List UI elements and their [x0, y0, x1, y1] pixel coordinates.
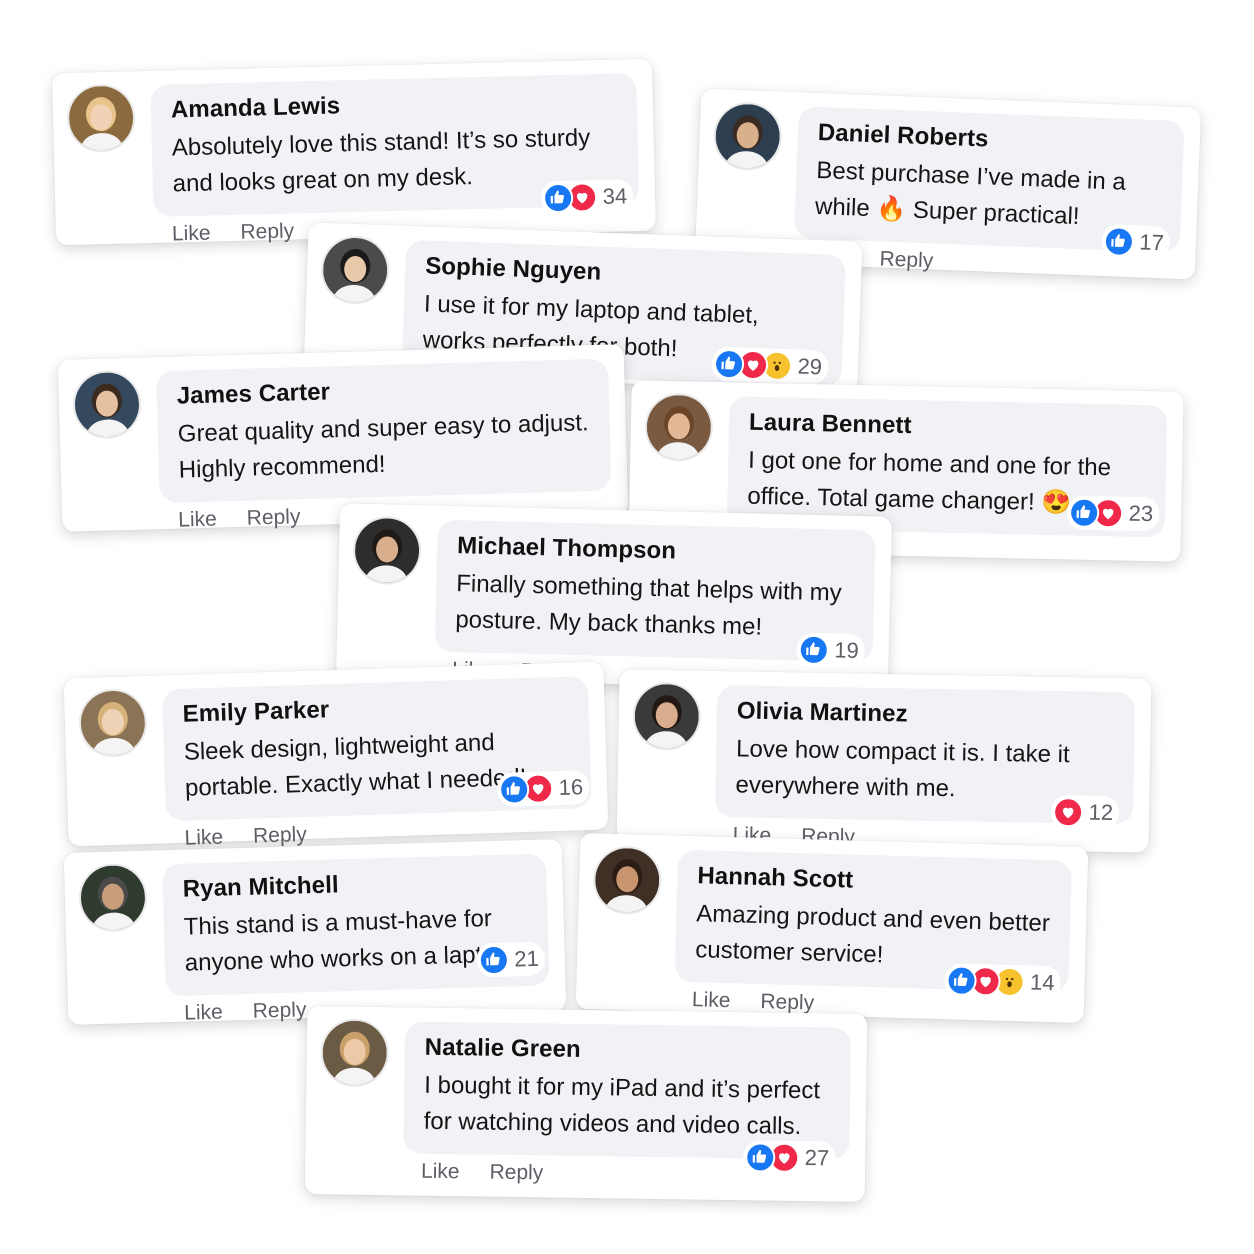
- woman-brown-hair-avatar[interactable]: [646, 394, 712, 460]
- man-cap-avatar[interactable]: [80, 864, 146, 931]
- like-button[interactable]: Like: [184, 1001, 223, 1026]
- commenter-name[interactable]: Olivia Martinez: [737, 697, 1115, 732]
- commenter-name[interactable]: Hannah Scott: [697, 862, 1052, 900]
- reply-button[interactable]: Reply: [246, 505, 300, 530]
- commenter-name[interactable]: Amanda Lewis: [171, 86, 618, 125]
- comment-text: Great quality and super easy to adjust. …: [177, 409, 589, 484]
- reply-button[interactable]: Reply: [253, 823, 307, 849]
- reaction-count: 29: [797, 353, 823, 380]
- like-icon: [1068, 497, 1099, 529]
- reaction-count: 17: [1138, 229, 1165, 256]
- like-icon: [1102, 226, 1134, 258]
- man-glasses-avatar[interactable]: [354, 517, 420, 584]
- comment-bubble: James Carter Great quality and super eas…: [156, 358, 612, 504]
- man-smiling-avatar[interactable]: [74, 371, 140, 438]
- reaction-count: 23: [1128, 500, 1154, 527]
- commenter-name[interactable]: Michael Thompson: [457, 532, 856, 570]
- woman-hat-avatar[interactable]: [594, 847, 661, 914]
- reaction-summary[interactable]: 17: [1100, 223, 1171, 261]
- woman-dark-avatar[interactable]: [634, 683, 700, 749]
- reply-button[interactable]: Reply: [489, 1161, 543, 1186]
- reaction-count: 12: [1088, 799, 1114, 826]
- commenter-name[interactable]: James Carter: [176, 371, 589, 410]
- reaction-summary[interactable]: 16: [496, 770, 590, 807]
- like-icon: [945, 965, 977, 997]
- reaction-count: 19: [833, 637, 860, 663]
- woman-blonde-long-avatar[interactable]: [79, 690, 146, 756]
- like-icon: [542, 182, 574, 214]
- comment-bubble: Natalie Green I bought it for my iPad an…: [403, 1021, 852, 1160]
- comment-text: I bought it for my iPad and it’s perfect…: [423, 1071, 821, 1141]
- reaction-summary[interactable]: 14: [943, 963, 1062, 1001]
- like-button[interactable]: Like: [184, 826, 223, 851]
- reaction-count: 16: [558, 774, 584, 801]
- reply-button[interactable]: Reply: [240, 219, 294, 244]
- like-icon: [797, 634, 829, 666]
- comment-card: Natalie Green I bought it for my iPad an…: [304, 1006, 868, 1202]
- reaction-count: 27: [804, 1145, 830, 1171]
- like-button[interactable]: Like: [692, 988, 731, 1013]
- commenter-name[interactable]: Natalie Green: [425, 1034, 831, 1068]
- comment-card: Michael Thompson Finally something that …: [335, 503, 893, 691]
- man-beard-avatar[interactable]: [714, 103, 781, 170]
- reaction-count: 14: [1029, 969, 1055, 996]
- commenter-name[interactable]: Emily Parker: [182, 689, 569, 729]
- commenter-name[interactable]: Ryan Mitchell: [182, 866, 527, 904]
- reaction-summary[interactable]: 19: [795, 632, 866, 669]
- comment-card: Hannah Scott Amazing product and even be…: [575, 832, 1089, 1024]
- comment-card: James Carter Great quality and super eas…: [57, 344, 629, 533]
- like-icon: [498, 773, 530, 805]
- like-icon: [477, 944, 509, 976]
- reaction-summary[interactable]: 12: [1050, 794, 1120, 831]
- reaction-summary[interactable]: 27: [742, 1140, 836, 1176]
- like-button[interactable]: Like: [172, 222, 211, 247]
- comment-text: Finally something that helps with my pos…: [455, 570, 842, 641]
- commenter-name[interactable]: Laura Bennett: [749, 409, 1147, 445]
- woman-blonde-avatar[interactable]: [68, 85, 134, 151]
- comment-card: Amanda Lewis Absolutely love this stand!…: [51, 58, 657, 247]
- comment-card: Emily Parker Sleek design, lightweight a…: [63, 661, 609, 850]
- like-icon: [744, 1142, 775, 1173]
- comment-text: This stand is a must-have for anyone who…: [183, 905, 516, 977]
- reaction-summary[interactable]: 29: [711, 346, 829, 385]
- woman-sunglasses-avatar[interactable]: [322, 1020, 388, 1086]
- reply-button[interactable]: Reply: [252, 998, 306, 1023]
- reaction-count: 34: [602, 183, 628, 209]
- comment-card: Olivia Martinez Love how compact it is. …: [616, 669, 1152, 853]
- reply-button[interactable]: Reply: [879, 247, 934, 273]
- reaction-summary[interactable]: 34: [540, 179, 634, 216]
- love-icon: [1052, 796, 1083, 828]
- reaction-count: 21: [513, 945, 540, 972]
- like-button[interactable]: Like: [421, 1160, 460, 1185]
- like-button[interactable]: Like: [178, 508, 217, 533]
- comment-card: Ryan Mitchell This stand is a must-have …: [63, 839, 567, 1026]
- reaction-summary[interactable]: 21: [475, 941, 546, 978]
- like-icon: [713, 348, 745, 380]
- reaction-summary[interactable]: 23: [1066, 495, 1160, 532]
- woman-dark-hair-avatar[interactable]: [322, 236, 389, 304]
